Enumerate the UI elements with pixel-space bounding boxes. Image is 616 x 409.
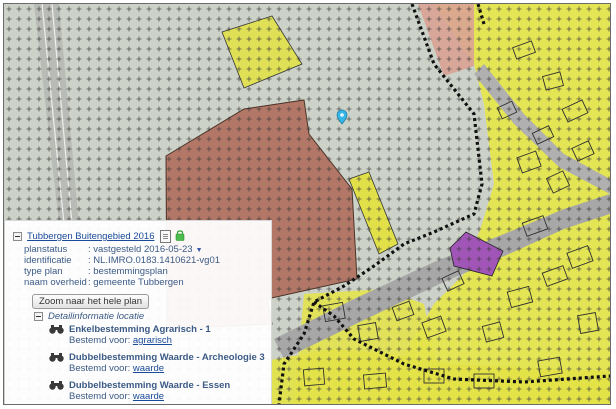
bestemming-title: Enkelbestemming Agrarisch - 1 bbox=[69, 324, 211, 335]
detail-header: Detailinformatie locatie bbox=[34, 311, 144, 322]
prop-key: planstatus bbox=[24, 244, 68, 255]
prop-value: : gemeente Tubbergen bbox=[88, 277, 184, 288]
lock-icon[interactable] bbox=[175, 229, 185, 244]
feature-info-panel: Tubbergen Buitengebied 2016 planstatus : … bbox=[5, 220, 272, 404]
map-viewer[interactable]: Tubbergen Buitengebied 2016 planstatus : … bbox=[3, 3, 611, 405]
prop-naam-overheid: naam overheid: gemeente Tubbergen bbox=[24, 277, 220, 288]
bestemming-link[interactable]: agrarisch bbox=[133, 335, 172, 346]
prop-key: identificatie bbox=[24, 255, 72, 266]
bestemming-sub: Bestemd voor: waarde bbox=[69, 363, 265, 375]
bestemd-voor-label: Bestemd voor: bbox=[69, 335, 131, 346]
collapse-toggle[interactable] bbox=[13, 232, 22, 241]
prop-planstatus: planstatus : vastgesteld 2016-05-23 ▼ bbox=[24, 244, 220, 255]
bestemming-title: Dubbelbestemming Waarde - Archeologie 3 bbox=[69, 352, 265, 363]
bestemming-link[interactable]: waarde bbox=[133, 363, 164, 374]
bestemming-title: Dubbelbestemming Waarde - Essen bbox=[69, 380, 231, 391]
bestemming-item: Dubbelbestemming Waarde - Essen Bestemd … bbox=[49, 380, 230, 403]
bestemming-sub: Bestemd voor: agrarisch bbox=[69, 335, 211, 347]
bestemd-voor-label: Bestemd voor: bbox=[69, 363, 131, 374]
prop-value: : NL.IMRO.0183.1410621-vg01 bbox=[88, 255, 221, 266]
bestemd-voor-label: Bestemd voor: bbox=[69, 391, 131, 402]
zoom-to-plan-button[interactable]: Zoom naar het hele plan bbox=[32, 294, 149, 309]
binoculars-icon[interactable] bbox=[49, 325, 64, 334]
binoculars-icon[interactable] bbox=[49, 381, 64, 390]
bestemming-item: Enkelbestemming Agrarisch - 1 Bestemd vo… bbox=[49, 324, 211, 347]
prop-key: naam overheid bbox=[24, 277, 87, 288]
prop-identificatie: identificatie : NL.IMRO.0183.1410621-vg01 bbox=[24, 255, 220, 266]
detail-title: Detailinformatie locatie bbox=[48, 311, 145, 322]
bestemming-item: Dubbelbestemming Waarde - Archeologie 3 … bbox=[49, 352, 265, 375]
binoculars-icon[interactable] bbox=[49, 353, 64, 362]
document-icon[interactable] bbox=[160, 230, 172, 243]
prop-value: : bestemmingsplan bbox=[88, 266, 168, 277]
prop-type-plan: type plan : bestemmingsplan bbox=[24, 266, 220, 277]
plan-header: Tubbergen Buitengebied 2016 bbox=[13, 229, 185, 244]
prop-value: : vastgesteld 2016-05-23 bbox=[88, 244, 193, 255]
bestemming-sub: Bestemd voor: waarde bbox=[69, 391, 230, 403]
download-icon[interactable]: ▼ bbox=[196, 247, 203, 254]
bestemming-link[interactable]: waarde bbox=[133, 391, 164, 402]
prop-key: type plan bbox=[24, 266, 63, 277]
detail-collapse-toggle[interactable] bbox=[34, 312, 43, 321]
plan-properties: planstatus : vastgesteld 2016-05-23 ▼ iden… bbox=[24, 244, 220, 288]
plan-title-link[interactable]: Tubbergen Buitengebied 2016 bbox=[27, 231, 154, 242]
